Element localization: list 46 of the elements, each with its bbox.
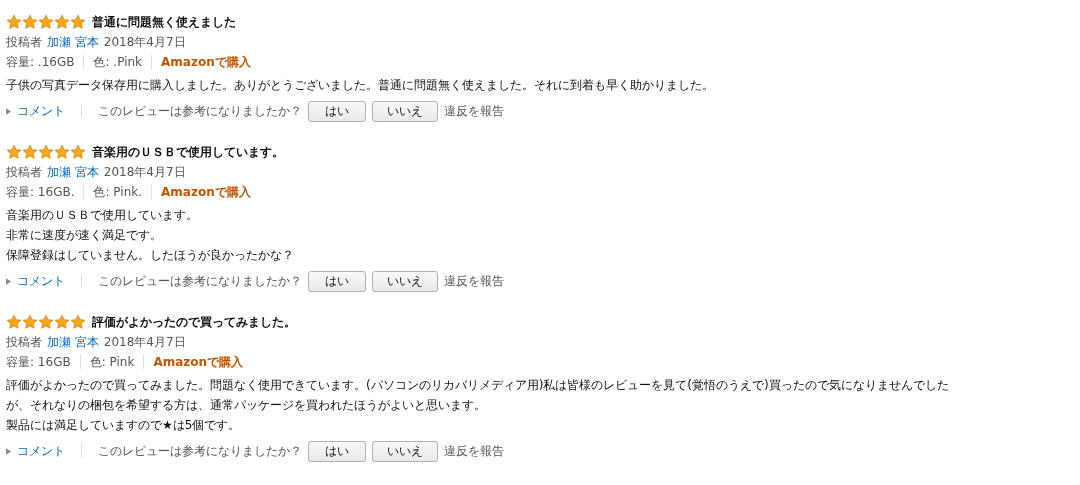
review-title[interactable]: 評価がよかったので買ってみました。 [92,313,296,331]
author-link[interactable]: 加瀬 宮本 [47,163,99,181]
product-spec: 容量: 16GB. [6,183,75,201]
review-date: 2018年4月7日 [103,33,186,51]
review-text: が、それなりの梱包を希望する方は、通常パッケージを買われたほうがよいと思います。 [6,397,487,414]
no-button[interactable]: いいえ [372,440,438,462]
review-date: 2018年4月7日 [103,163,186,181]
verified-purchase: Amazonで購入 [161,183,251,201]
report-link[interactable]: 違反を報告 [444,272,504,290]
expand-icon[interactable] [6,447,11,455]
yes-button[interactable]: はい [308,440,366,462]
product-spec: 色: Pink [89,353,135,371]
verified-purchase: Amazonで購入 [153,353,244,371]
review-text: 保障登録はしていません。したほうが良かったかな？ [6,247,295,264]
helpful-question: このレビューは参考になりましたか？ [98,102,302,120]
review-title[interactable]: 普通に問題無く使えました [92,13,236,31]
review-text: 製品には満足していますので★は5個です。 [6,417,242,434]
review-text: 非常に速度が速く満足です。 [6,227,163,244]
verified-purchase: Amazonで購入 [161,53,251,71]
author-label: 投稿者 [6,333,42,351]
author-label: 投稿者 [6,33,42,51]
comment-link[interactable]: コメント [17,272,65,290]
review-text: 音楽用のＵＳＢで使用しています。 [6,207,199,224]
expand-icon[interactable] [6,277,11,285]
product-spec: 容量: 16GB [6,353,71,371]
author-label: 投稿者 [6,163,42,181]
yes-button[interactable]: はい [308,270,366,292]
comment-link[interactable]: コメント [17,442,65,460]
helpful-question: このレビューは参考になりましたか？ [98,442,302,460]
no-button[interactable]: いいえ [372,100,438,122]
review-text: 子供の写真データ保存用に購入しました。ありがとうございました。普通に問題無く使えました。それに到着も早く助かりました。 [6,77,715,94]
product-spec: 色: .Pink [93,53,143,71]
product-spec: 色: Pink. [93,183,143,201]
review-date: 2018年4月7日 [103,333,186,351]
no-button[interactable]: いいえ [372,270,438,292]
yes-button[interactable]: はい [308,100,366,122]
author-link[interactable]: 加瀬 宮本 [47,33,99,51]
comment-link[interactable]: コメント [17,102,65,120]
report-link[interactable]: 違反を報告 [444,442,504,460]
author-link[interactable]: 加瀬 宮本 [47,333,99,351]
helpful-question: このレビューは参考になりましたか？ [98,272,302,290]
review-text: 評価がよかったので買ってみました。問題なく使用できています。(パソコンのリカバリメディア用)私は皆様のレビューを見て(覚悟のうえで)買ったので気になりませんでした [6,377,950,394]
review-title[interactable]: 音楽用のＵＳＢで使用しています。 [92,143,284,161]
expand-icon[interactable] [6,107,11,115]
product-spec: 容量: .16GB [6,53,75,71]
report-link[interactable]: 違反を報告 [444,102,504,120]
